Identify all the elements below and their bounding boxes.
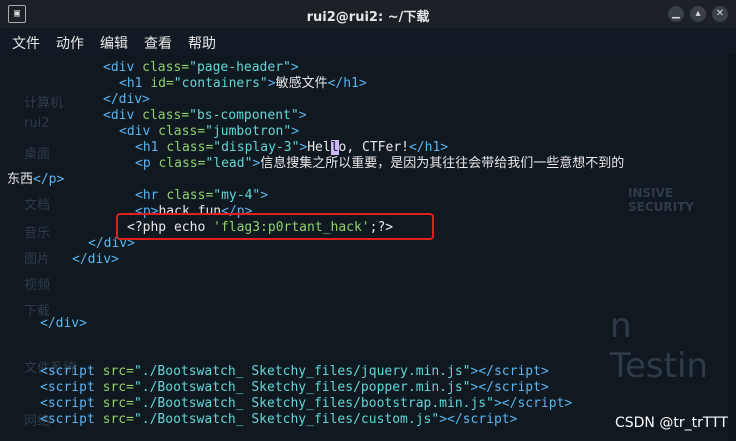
code-line: <div class="bs-component">: [103, 108, 307, 123]
script-line: <script src="./Bootswatch_ Sketchy_files…: [40, 396, 573, 411]
maximize-icon[interactable]: ▴: [690, 6, 706, 22]
code-line: </div>: [40, 316, 87, 331]
script-line: <script src="./Bootswatch_ Sketchy_files…: [40, 364, 549, 379]
menu-bar: 文件 动作 编辑 查看 帮助: [0, 28, 736, 54]
menu-edit[interactable]: 编辑: [100, 33, 128, 53]
code-line: <h1 class="display-3">Hello, CTFer!</h1>: [135, 140, 449, 155]
minimize-icon[interactable]: ▁: [668, 6, 684, 22]
window-titlebar[interactable]: ▣ rui2@rui2: ~/下载 ▁ ▴ ✕: [0, 0, 736, 28]
code-line: <h1 id="containers">敏感文件</h1>: [119, 76, 367, 91]
code-line: <div class="page-header">: [103, 60, 299, 75]
code-line: 东西</p>: [7, 172, 65, 187]
script-line: <script src="./Bootswatch_ Sketchy_files…: [40, 412, 518, 427]
terminal-content[interactable]: <div class="page-header"> <h1 id="contai…: [0, 54, 736, 441]
menu-file[interactable]: 文件: [12, 33, 40, 53]
text-cursor: l: [330, 140, 339, 155]
code-line: <hr class="my-4">: [135, 188, 269, 203]
menu-view[interactable]: 查看: [144, 33, 172, 53]
code-line: </div>: [72, 252, 119, 267]
scrollbar[interactable]: [728, 54, 736, 441]
watermark: CSDN @tr_trTTT: [614, 415, 728, 431]
code-line: </div>: [103, 92, 150, 107]
menu-help[interactable]: 帮助: [188, 33, 216, 53]
menu-action[interactable]: 动作: [56, 33, 84, 53]
flag-highlight-box: [116, 213, 434, 240]
window-title: rui2@rui2: ~/下载: [306, 10, 430, 25]
script-line: <script src="./Bootswatch_ Sketchy_files…: [40, 380, 549, 395]
close-icon[interactable]: ✕: [712, 6, 728, 22]
code-line: <p class="lead">信息搜集之所以重要，是因为其往往会带给我们一些意…: [135, 156, 625, 171]
code-line: <div class="jumbotron">: [119, 124, 300, 139]
